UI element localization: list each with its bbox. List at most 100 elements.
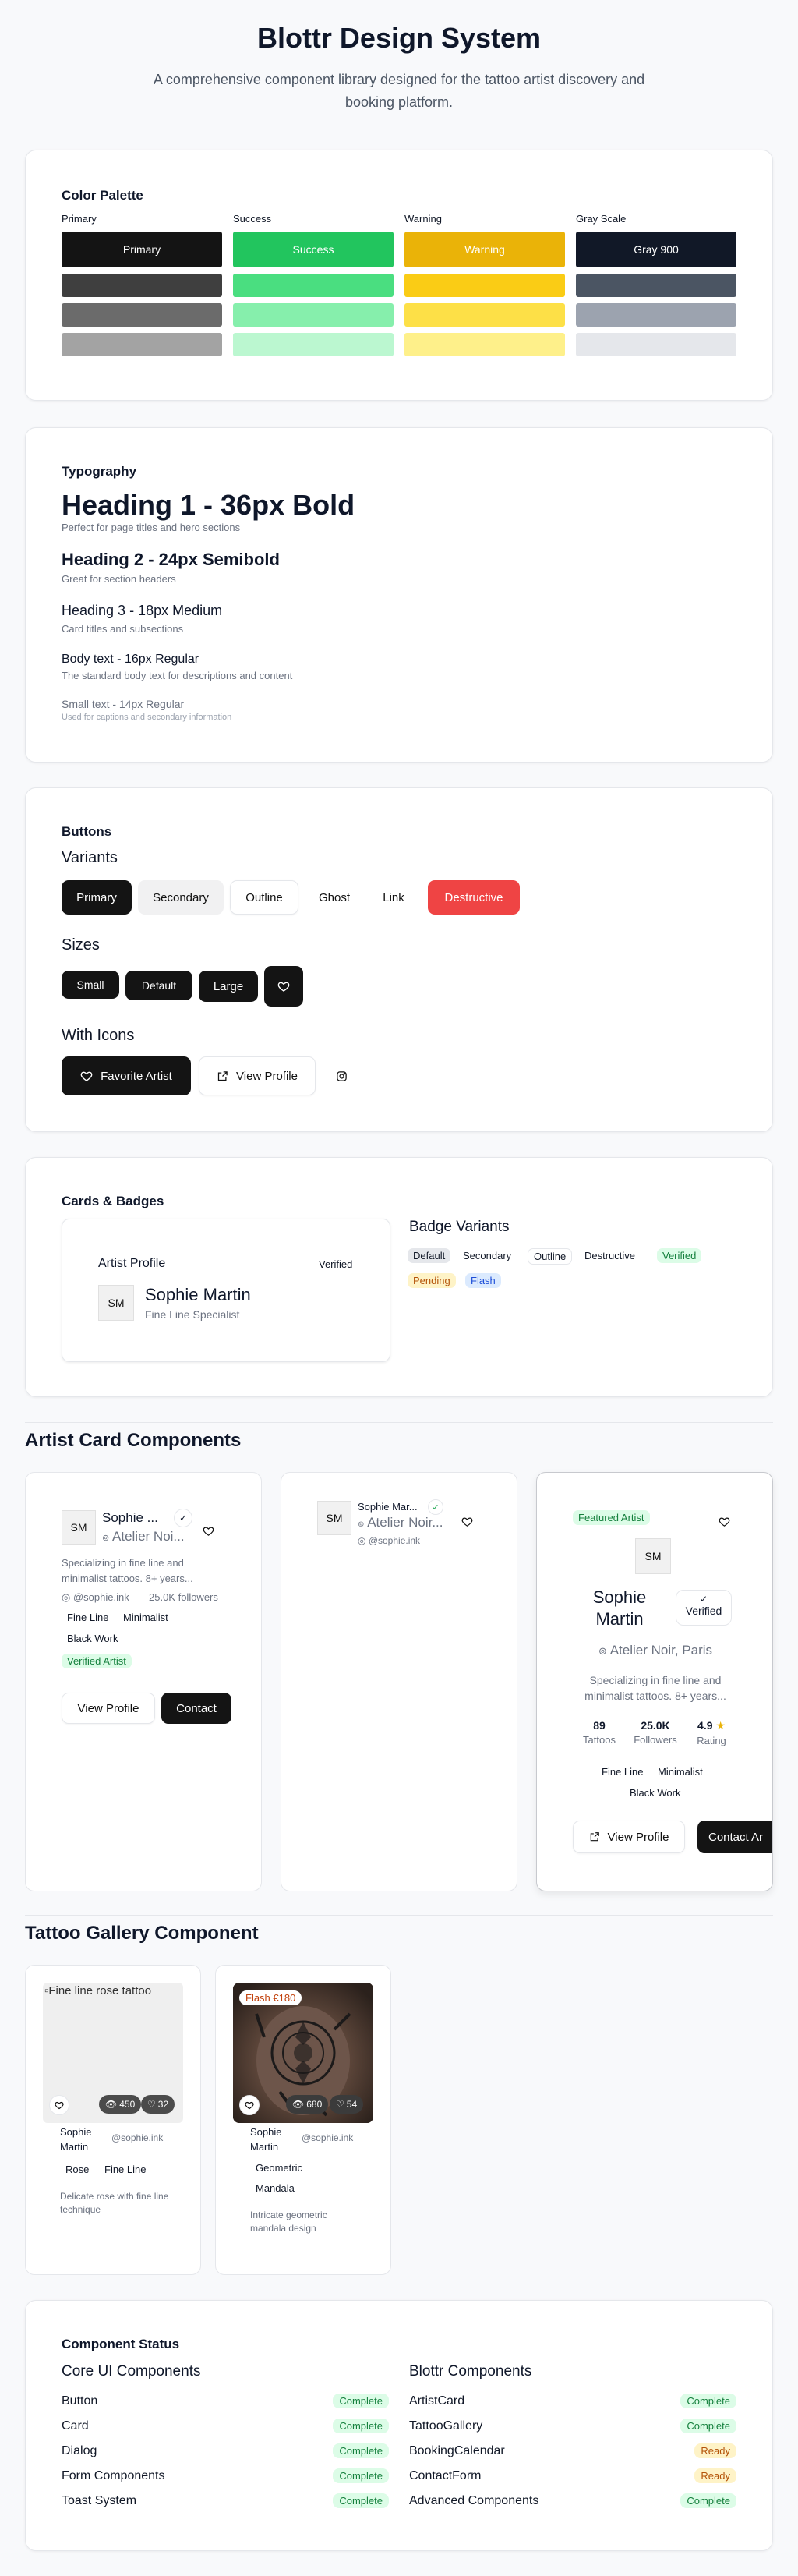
- section-title: Buttons: [62, 824, 112, 839]
- heading-1-sample: Heading 1 - 36px Bold: [62, 489, 355, 521]
- contact-button[interactable]: Contact: [161, 1693, 231, 1724]
- artist-location: ⊚ Atelier Noir, Paris: [537, 1643, 772, 1658]
- external-link-icon: [217, 1070, 228, 1082]
- style-tag: Fine Line: [62, 1610, 115, 1625]
- like-button[interactable]: [239, 2095, 260, 2115]
- outline-button[interactable]: Outline: [230, 880, 298, 915]
- icon-button[interactable]: [264, 966, 303, 1007]
- verified-badge: Verified Artist: [62, 1654, 132, 1668]
- view-profile-label: View Profile: [607, 1830, 669, 1844]
- color-palette-card: Color Palette Primary Primary Success Succe…: [25, 150, 773, 401]
- status-badge: Complete: [333, 2419, 389, 2433]
- heart-icon: [55, 2100, 64, 2110]
- instagram-button[interactable]: [322, 1056, 361, 1095]
- heart-icon[interactable]: [459, 1513, 475, 1529]
- external-link-icon: [589, 1831, 600, 1842]
- heading-2-sample: Heading 2 - 24px Semibold: [62, 550, 280, 569]
- heart-icon: ♡: [336, 2099, 344, 2110]
- artist-profile-card[interactable]: Artist Profile Verified SM Sophie Martin…: [62, 1219, 390, 1362]
- instagram-handle: ◎ @sophie.ink: [358, 1535, 420, 1546]
- location-label: Atelier Noir, Paris: [609, 1643, 713, 1658]
- favorite-artist-button[interactable]: Favorite Artist: [62, 1056, 191, 1095]
- views-count: 680: [306, 2099, 323, 2110]
- followers-count: 25.0K followers: [149, 1591, 218, 1603]
- pending-badge: Pending: [408, 1273, 456, 1288]
- section-title: Component Status: [62, 2337, 180, 2351]
- destructive-button[interactable]: Destructive: [428, 880, 520, 915]
- style-tag: Fine Line: [99, 2162, 152, 2177]
- status-badge: Ready: [694, 2443, 736, 2458]
- style-tag: Rose: [60, 2162, 95, 2177]
- avatar: SM: [317, 1501, 351, 1535]
- gallery-item[interactable]: ▫Fine line rose tattoo 👁 450 ♡ 32 Sophie M…: [25, 1965, 201, 2275]
- primary-button[interactable]: Primary: [62, 880, 132, 915]
- section-heading: Artist Card Components: [25, 1430, 242, 1451]
- heart-icon: [277, 980, 290, 993]
- artist-name[interactable]: Sophie Martin: [250, 2125, 297, 2154]
- cards-badges-card: Cards & Badges Artist Profile Verified S…: [25, 1157, 773, 1397]
- map-pin-icon: ⊚: [598, 1645, 607, 1657]
- heading-1-desc: Perfect for page titles and hero section…: [62, 522, 241, 533]
- gallery-item[interactable]: Flash €180 👁 680 ♡ 54 Sophie Martin @sophi…: [215, 1965, 391, 2275]
- heart-icon[interactable]: [716, 1513, 732, 1529]
- artist-card-minimal[interactable]: SM Sophie Mar... ✓ ⊚ Atelier Noir... ◎ @…: [281, 1472, 517, 1891]
- artist-card-compact[interactable]: SM Sophie ... ✓ ⊚ Atelier Noi... Special…: [25, 1472, 262, 1891]
- tattoo-desc: Intricate geometric mandala design: [250, 2210, 327, 2234]
- color-swatch-main: Gray 900: [576, 232, 736, 267]
- verified-badge: ✓ Verified: [676, 1590, 732, 1626]
- artist-role: Fine Line Specialist: [145, 1308, 240, 1321]
- stat-rating: 4.9 ★ Rating: [690, 1719, 733, 1746]
- small-button[interactable]: Small: [62, 971, 119, 999]
- heading-3-desc: Card titles and subsections: [62, 623, 184, 635]
- badge-variants-title: Badge Variants: [409, 1219, 510, 1235]
- color-swatch-shade: [576, 303, 736, 327]
- link-button[interactable]: Link: [370, 880, 417, 915]
- stat-label: Tattoos: [583, 1734, 616, 1746]
- divider: [25, 1422, 773, 1423]
- stat-value: 4.9: [697, 1719, 713, 1732]
- blottr-components-title: Blottr Components: [409, 2363, 532, 2380]
- artist-name: Sophie Martin: [592, 1587, 647, 1629]
- status-badge: Complete: [333, 2493, 389, 2508]
- card-title: Artist Profile: [98, 1257, 166, 1270]
- with-icons-title: With Icons: [62, 1027, 135, 1044]
- eye-icon: 👁: [292, 2099, 305, 2110]
- large-button[interactable]: Large: [199, 971, 258, 1002]
- handle-label: @sophie.ink: [368, 1535, 421, 1546]
- buttons-card: Buttons Variants Primary Secondary Outli…: [25, 787, 773, 1132]
- style-tag: Geometric: [250, 2160, 308, 2175]
- instagram-icon: ◎: [358, 1535, 366, 1546]
- verified-label: Verified: [685, 1605, 722, 1617]
- view-profile-button[interactable]: View Profile: [199, 1056, 316, 1095]
- section-title: Cards & Badges: [62, 1194, 164, 1208]
- view-profile-label: View Profile: [236, 1069, 298, 1083]
- color-swatch-main: Primary: [62, 232, 222, 267]
- heart-icon[interactable]: [200, 1523, 216, 1538]
- status-badge: Ready: [694, 2468, 736, 2483]
- ghost-button[interactable]: Ghost: [305, 880, 364, 915]
- view-profile-button[interactable]: View Profile: [62, 1693, 155, 1724]
- contact-button[interactable]: Contact Ar: [697, 1821, 772, 1853]
- stat-label: Followers: [634, 1734, 677, 1746]
- secondary-button[interactable]: Secondary: [138, 880, 224, 915]
- color-swatch-shade: [404, 274, 565, 297]
- color-swatch-main: Warning: [404, 232, 565, 267]
- eye-icon: 👁: [105, 2099, 118, 2110]
- stat-followers: 25.0K Followers: [630, 1719, 680, 1746]
- default-button[interactable]: Default: [125, 971, 192, 1000]
- like-button[interactable]: [49, 2095, 69, 2115]
- artist-bio: Specializing in fine line and minimalist…: [62, 1557, 193, 1584]
- verified-badge: Verified: [657, 1248, 702, 1263]
- artist-name[interactable]: Sophie Martin: [60, 2125, 107, 2154]
- style-tag: Fine Line: [596, 1764, 649, 1779]
- view-profile-button[interactable]: View Profile: [573, 1821, 685, 1853]
- section-title: Color Palette: [62, 188, 143, 203]
- location-label: Atelier Noir...: [367, 1515, 443, 1530]
- stat-value: 89: [593, 1719, 606, 1732]
- artist-card-featured[interactable]: Featured Artist SM Sophie Martin ✓ Verif…: [536, 1472, 773, 1891]
- section-heading: Tattoo Gallery Component: [25, 1923, 259, 1944]
- map-pin-icon: ⊚: [102, 1534, 110, 1543]
- component-name: Dialog: [62, 2444, 97, 2457]
- instagram-icon: ◎: [62, 1591, 71, 1603]
- palette-group-label: Gray Scale: [576, 213, 627, 225]
